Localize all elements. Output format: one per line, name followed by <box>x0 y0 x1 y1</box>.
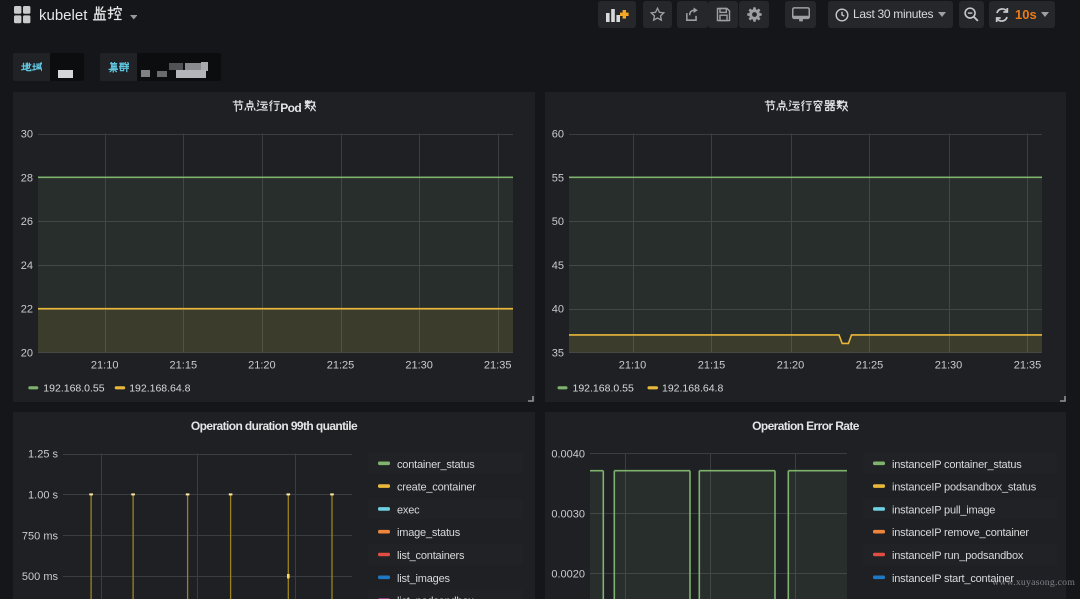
svg-text:21:25: 21:25 <box>856 360 884 372</box>
svg-text:750 ms: 750 ms <box>22 530 59 542</box>
svg-text:21:15: 21:15 <box>698 360 726 372</box>
svg-text:28: 28 <box>21 172 33 184</box>
svg-text:instanceIP remove_container: instanceIP remove_container <box>892 527 1029 539</box>
svg-text:list_images: list_images <box>397 573 451 585</box>
svg-text:instanceIP run_podsandbox: instanceIP run_podsandbox <box>892 550 1024 562</box>
svg-text:21:30: 21:30 <box>405 360 433 372</box>
svg-text:21:15: 21:15 <box>170 360 198 372</box>
svg-text:24: 24 <box>21 260 33 272</box>
svg-text:0.0040: 0.0040 <box>551 448 585 460</box>
svg-text:list_podsandbox: list_podsandbox <box>397 596 474 599</box>
svg-text:21:20: 21:20 <box>248 360 276 372</box>
svg-text:45: 45 <box>552 260 564 272</box>
svg-text:20: 20 <box>21 348 33 360</box>
svg-text:30: 30 <box>21 129 33 141</box>
svg-text:21:10: 21:10 <box>619 360 647 372</box>
svg-text:21:10: 21:10 <box>91 360 119 372</box>
svg-text:192.168.64.8: 192.168.64.8 <box>662 383 723 395</box>
svg-text:192.168.0.55: 192.168.0.55 <box>573 383 634 395</box>
svg-text:0.0020: 0.0020 <box>551 568 585 580</box>
svg-text:list_containers: list_containers <box>397 550 465 562</box>
svg-text:create_container: create_container <box>397 482 476 494</box>
svg-text:26: 26 <box>21 216 33 228</box>
svg-text:40: 40 <box>552 304 564 316</box>
svg-text:192.168.64.8: 192.168.64.8 <box>129 383 190 395</box>
svg-text:instanceIP container_status: instanceIP container_status <box>892 459 1022 471</box>
svg-text:192.168.0.55: 192.168.0.55 <box>43 383 104 395</box>
svg-text:exec: exec <box>397 504 420 516</box>
svg-text:1.25 s: 1.25 s <box>28 449 58 461</box>
svg-text:instanceIP podsandbox_status: instanceIP podsandbox_status <box>892 482 1037 494</box>
svg-text:21:35: 21:35 <box>484 360 512 372</box>
svg-text:500 ms: 500 ms <box>22 571 59 583</box>
svg-text:0.0030: 0.0030 <box>551 508 585 520</box>
svg-text:image_status: image_status <box>397 527 461 539</box>
svg-text:60: 60 <box>552 129 564 141</box>
svg-text:instanceIP pull_image: instanceIP pull_image <box>892 504 995 516</box>
svg-text:1.00 s: 1.00 s <box>28 489 58 501</box>
svg-text:21:30: 21:30 <box>935 360 963 372</box>
svg-text:21:25: 21:25 <box>327 360 355 372</box>
svg-text:35: 35 <box>552 348 564 360</box>
svg-text:55: 55 <box>552 172 564 184</box>
svg-text:22: 22 <box>21 304 33 316</box>
svg-text:50: 50 <box>552 216 564 228</box>
svg-text:container_status: container_status <box>397 459 475 471</box>
svg-text:21:20: 21:20 <box>777 360 805 372</box>
svg-text:21:35: 21:35 <box>1014 360 1042 372</box>
